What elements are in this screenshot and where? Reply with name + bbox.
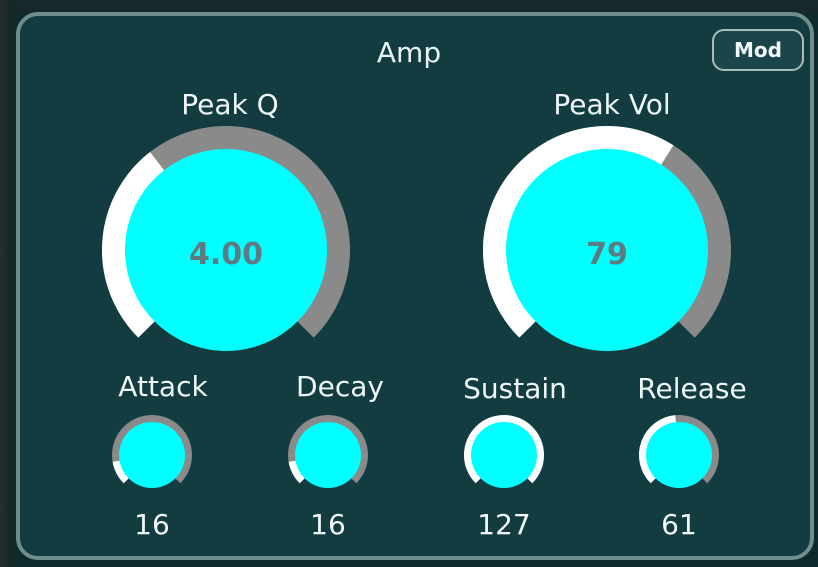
attack-dial[interactable] [119,422,185,488]
sustain-knob[interactable] [464,415,544,488]
release-value: 61 [661,508,697,541]
decay-knob[interactable] [288,415,368,488]
peak-vol-value: 79 [586,237,628,272]
release-dial[interactable] [646,422,712,488]
peak-q-knob[interactable]: 4.00 [102,126,350,351]
peak-vol-knob[interactable]: 79 [483,126,731,351]
attack-value: 16 [134,508,170,541]
knobs-layer: 4.00 79 [102,126,731,488]
sustain-value: 127 [477,508,531,541]
peak-q-value: 4.00 [189,237,263,272]
decay-dial[interactable] [295,422,361,488]
attack-knob[interactable] [112,415,192,488]
release-knob[interactable] [639,415,719,488]
decay-value: 16 [310,508,346,541]
sustain-dial[interactable] [471,422,537,488]
